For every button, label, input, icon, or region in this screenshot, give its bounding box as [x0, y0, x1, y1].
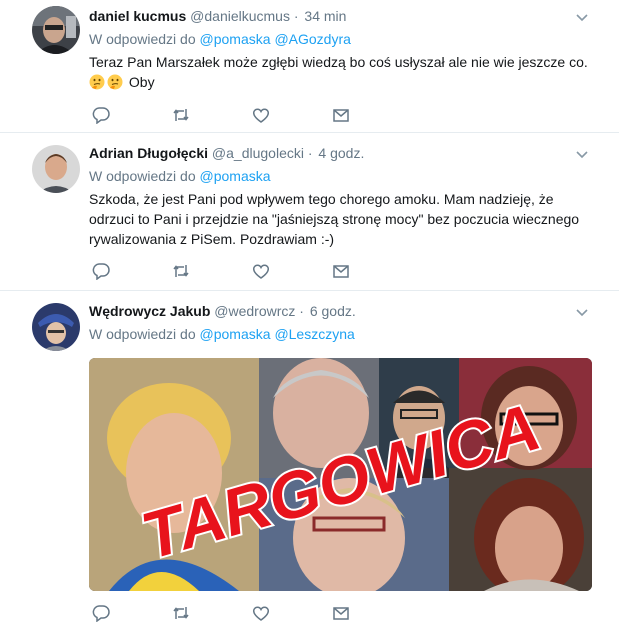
fullname[interactable]: Wędrowycz Jakub [89, 303, 210, 319]
username[interactable]: @wedrowrcz [214, 303, 295, 319]
fullname[interactable]: Adrian Długołęcki [89, 145, 208, 161]
tweet-header: Wędrowycz Jakub @wedrowrcz · 6 godz. [89, 301, 356, 321]
heart-icon[interactable] [251, 106, 271, 124]
chevron-down-icon[interactable] [575, 147, 589, 161]
envelope-icon[interactable] [331, 604, 351, 622]
mention-link[interactable]: @pomaska [200, 326, 271, 342]
tweet-text: Teraz Pan Marszałek może zgłębi wiedzą b… [89, 52, 589, 92]
reply-icon[interactable] [91, 106, 111, 124]
heart-icon[interactable] [251, 262, 271, 280]
reply-context: W odpowiedzi do @pomaska @AGozdyra [89, 30, 351, 48]
fullname[interactable]: daniel kucmus [89, 8, 186, 24]
heart-icon[interactable] [251, 604, 271, 622]
tweet-text: Szkoda, że jest Pani pod wpływem tego ch… [89, 191, 580, 247]
reply-prefix: W odpowiedzi do [89, 168, 196, 184]
thinking-face-icon [89, 74, 105, 90]
tweet-header: Adrian Długołęcki @a_dlugolecki · 4 godz… [89, 143, 364, 163]
avatar[interactable] [32, 303, 80, 351]
tweet-header: daniel kucmus @danielkucmus · 34 min [89, 6, 346, 26]
timestamp[interactable]: 4 godz. [318, 145, 364, 161]
envelope-icon[interactable] [331, 106, 351, 124]
reply-prefix: W odpowiedzi do [89, 326, 196, 342]
chevron-down-icon[interactable] [575, 305, 589, 319]
reply-icon[interactable] [91, 604, 111, 622]
tweet[interactable]: Adrian Długołęcki @a_dlugolecki · 4 godz… [0, 133, 619, 291]
username[interactable]: @danielkucmus [190, 8, 290, 24]
mention-link[interactable]: @Leszczyna [274, 326, 354, 342]
retweet-icon[interactable] [171, 106, 191, 124]
thinking-face-icon [107, 74, 123, 90]
tweet-text-tail: Oby [128, 74, 155, 90]
reply-context: W odpowiedzi do @pomaska [89, 167, 271, 185]
avatar[interactable] [32, 145, 80, 193]
mention-link[interactable]: @pomaska [200, 168, 271, 184]
mention-link[interactable]: @AGozdyra [274, 31, 350, 47]
tweet-text-body: Teraz Pan Marszałek może zgłębi wiedzą b… [89, 54, 588, 70]
retweet-icon[interactable] [171, 604, 191, 622]
separator: · [293, 8, 299, 24]
tweet-media-image[interactable]: TARGOWICA [89, 358, 592, 591]
retweet-icon[interactable] [171, 262, 191, 280]
reply-context: W odpowiedzi do @pomaska @Leszczyna [89, 325, 355, 343]
username[interactable]: @a_dlugolecki [212, 145, 304, 161]
chevron-down-icon[interactable] [575, 10, 589, 24]
timestamp[interactable]: 34 min [304, 8, 346, 24]
separator: · [307, 145, 313, 161]
reply-icon[interactable] [91, 262, 111, 280]
mention-link[interactable]: @pomaska [200, 31, 271, 47]
avatar[interactable] [32, 6, 80, 54]
envelope-icon[interactable] [331, 262, 351, 280]
reply-prefix: W odpowiedzi do [89, 31, 196, 47]
tweet[interactable]: daniel kucmus @danielkucmus · 34 min W o… [0, 0, 619, 133]
separator: · [299, 303, 304, 319]
timestamp[interactable]: 6 godz. [310, 303, 356, 319]
